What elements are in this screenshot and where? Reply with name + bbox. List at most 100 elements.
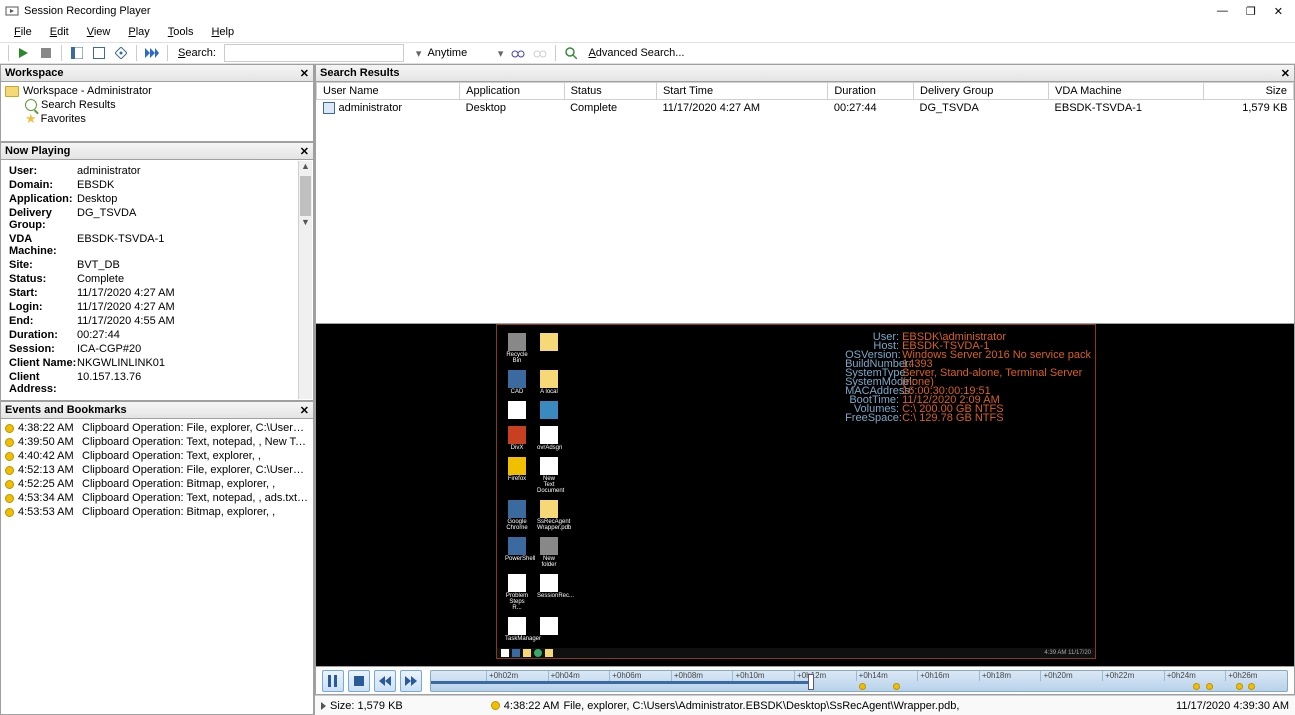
maximize-button[interactable]: ❐ <box>1246 5 1256 18</box>
desktop-icon[interactable]: SessionRec... <box>537 574 561 611</box>
folder-icon <box>5 86 19 97</box>
advanced-search-icon[interactable] <box>562 44 580 62</box>
search-label: Search: <box>178 47 216 59</box>
event-row[interactable]: 4:39:50 AMClipboard Operation: Text, not… <box>3 435 311 449</box>
results-table: User NameApplicationStatusStart TimeDura… <box>316 82 1294 116</box>
nowplaying-row: User:administrator <box>9 164 305 178</box>
nowplaying-row: Site:BVT_DB <box>9 258 305 272</box>
desktop-icon[interactable] <box>537 617 561 642</box>
desktop-icon[interactable]: CAD <box>505 370 529 395</box>
pause-button[interactable] <box>322 670 344 692</box>
stop-button[interactable] <box>348 670 370 692</box>
player-controls: +0h02m+0h04m+0h06m+0h08m+0h10m+0h12m+0h1… <box>315 667 1295 695</box>
menu-tools[interactable]: Tools <box>160 24 202 40</box>
nowplaying-row: Status:Complete <box>9 272 305 286</box>
event-row[interactable]: 4:53:53 AMClipboard Operation: Bitmap, e… <box>3 505 311 519</box>
column-header[interactable]: Application <box>460 83 564 100</box>
event-dot-icon <box>491 701 500 710</box>
desktop-icon[interactable] <box>537 401 561 420</box>
workspace-root[interactable]: Workspace - Administrator <box>3 84 311 98</box>
timeline[interactable]: +0h02m+0h04m+0h06m+0h08m+0h10m+0h12m+0h1… <box>430 670 1288 692</box>
desktop-icon[interactable]: PowerShell <box>505 537 529 568</box>
search-input[interactable] <box>224 44 404 62</box>
desktop-icon[interactable]: DivX <box>505 426 529 451</box>
titlebar: Session Recording Player — ❐ ✕ <box>0 0 1295 22</box>
table-row[interactable]: administratorDesktopComplete11/17/2020 4… <box>317 100 1294 117</box>
column-header[interactable]: Size <box>1204 83 1294 100</box>
workspace-favorites[interactable]: ★ Favorites <box>3 112 311 126</box>
results-panel-header: Search Results ✕ <box>315 64 1295 82</box>
star-icon: ★ <box>25 113 37 125</box>
forward-button[interactable] <box>400 670 422 692</box>
nowplaying-row: Client Address:10.157.13.76 <box>9 370 305 396</box>
stop-icon[interactable] <box>37 44 55 62</box>
rearrange-icon[interactable] <box>112 44 130 62</box>
toolbar: Search: ▾ Anytime▾ Advanced Search... <box>0 42 1295 64</box>
workspace-search-results[interactable]: Search Results <box>3 98 311 112</box>
app-icon <box>4 3 20 19</box>
column-header[interactable]: Duration <box>828 83 914 100</box>
event-row[interactable]: 4:40:42 AMClipboard Operation: Text, exp… <box>3 449 311 463</box>
nowplaying-row: Start:11/17/2020 4:27 AM <box>9 286 305 300</box>
nowplaying-panel-header: Now Playing ✕ <box>0 142 314 160</box>
window-layout-icon[interactable] <box>68 44 86 62</box>
player-viewport[interactable]: Recycle Bin CAD A local DivX ovrAdsgn Firefox… <box>315 324 1295 667</box>
desktop-icon[interactable]: New folder <box>537 537 561 568</box>
event-row[interactable]: 4:52:13 AMClipboard Operation: File, exp… <box>3 463 311 477</box>
menu-play[interactable]: Play <box>120 24 157 40</box>
results-close-icon[interactable]: ✕ <box>1281 67 1290 80</box>
play-icon[interactable] <box>15 44 33 62</box>
binoculars-clear-icon[interactable] <box>531 44 549 62</box>
search-icon <box>25 99 37 111</box>
event-row[interactable]: 4:52:25 AMClipboard Operation: Bitmap, e… <box>3 477 311 491</box>
scrollbar[interactable]: ▲▼ <box>298 161 312 399</box>
menu-file[interactable]: File <box>6 24 40 40</box>
column-header[interactable]: User Name <box>317 83 460 100</box>
menu-help[interactable]: Help <box>203 24 242 40</box>
events-panel-header: Events and Bookmarks ✕ <box>0 401 314 419</box>
minimize-button[interactable]: — <box>1217 5 1228 18</box>
binoculars-icon[interactable] <box>509 44 527 62</box>
desktop-icon[interactable]: TaskManager <box>505 617 529 642</box>
desktop-icon[interactable]: A local <box>537 370 561 395</box>
desktop-icon[interactable]: ovrAdsgn <box>537 426 561 451</box>
fit-window-icon[interactable] <box>90 44 108 62</box>
play-indicator-icon <box>321 702 326 710</box>
nowplaying-row: Application:Desktop <box>9 192 305 206</box>
status-size: Size: 1,579 KB <box>330 700 403 712</box>
taskbar: 4:39 AM 11/17/20 <box>497 648 1095 658</box>
workspace-close-icon[interactable]: ✕ <box>300 67 309 80</box>
workspace-panel-header: Workspace ✕ <box>0 64 314 82</box>
fast-forward-icon[interactable] <box>143 44 161 62</box>
desktop-icon[interactable]: Recycle Bin <box>505 333 529 364</box>
desktop-icon[interactable] <box>537 333 561 364</box>
column-header[interactable]: Delivery Group <box>914 83 1049 100</box>
nowplaying-row: Client Name:NKGWLINLINK01 <box>9 356 305 370</box>
column-header[interactable]: VDA Machine <box>1049 83 1204 100</box>
rewind-button[interactable] <box>374 670 396 692</box>
nowplaying-row: End:11/17/2020 4:55 AM <box>9 314 305 328</box>
advanced-search-link[interactable]: Advanced Search... <box>588 47 684 59</box>
desktop-icon[interactable]: Problem Steps R... <box>505 574 529 611</box>
menubar: File Edit View Play Tools Help <box>0 22 1295 42</box>
anytime-combo[interactable]: Anytime▾ <box>425 44 505 62</box>
status-event-desc: File, explorer, C:\Users\Administrator.E… <box>563 700 959 712</box>
event-row[interactable]: 4:53:34 AMClipboard Operation: Text, not… <box>3 491 311 505</box>
nowplaying-row: Delivery Group:DG_TSVDA <box>9 206 305 232</box>
menu-view[interactable]: View <box>79 24 119 40</box>
column-header[interactable]: Start Time <box>656 83 827 100</box>
desktop-icon[interactable]: SsRecAgent Wrapper.pdb <box>537 500 561 531</box>
events-close-icon[interactable]: ✕ <box>300 404 309 417</box>
nowplaying-close-icon[interactable]: ✕ <box>300 145 309 158</box>
nowplaying-row: VDA Machine:EBSDK-TSVDA-1 <box>9 232 305 258</box>
nowplaying-row: Session:ICA-CGP#20 <box>9 342 305 356</box>
column-header[interactable]: Status <box>564 83 656 100</box>
menu-edit[interactable]: Edit <box>42 24 77 40</box>
event-row[interactable]: 4:38:22 AMClipboard Operation: File, exp… <box>3 421 311 435</box>
close-button[interactable]: ✕ <box>1274 5 1283 18</box>
desktop-icon[interactable]: Google Chrome <box>505 500 529 531</box>
desktop-icon[interactable] <box>505 401 529 420</box>
desktop-icon[interactable]: Firefox <box>505 457 529 494</box>
window-title: Session Recording Player <box>24 5 1217 17</box>
desktop-icon[interactable]: New Text Document <box>537 457 561 494</box>
